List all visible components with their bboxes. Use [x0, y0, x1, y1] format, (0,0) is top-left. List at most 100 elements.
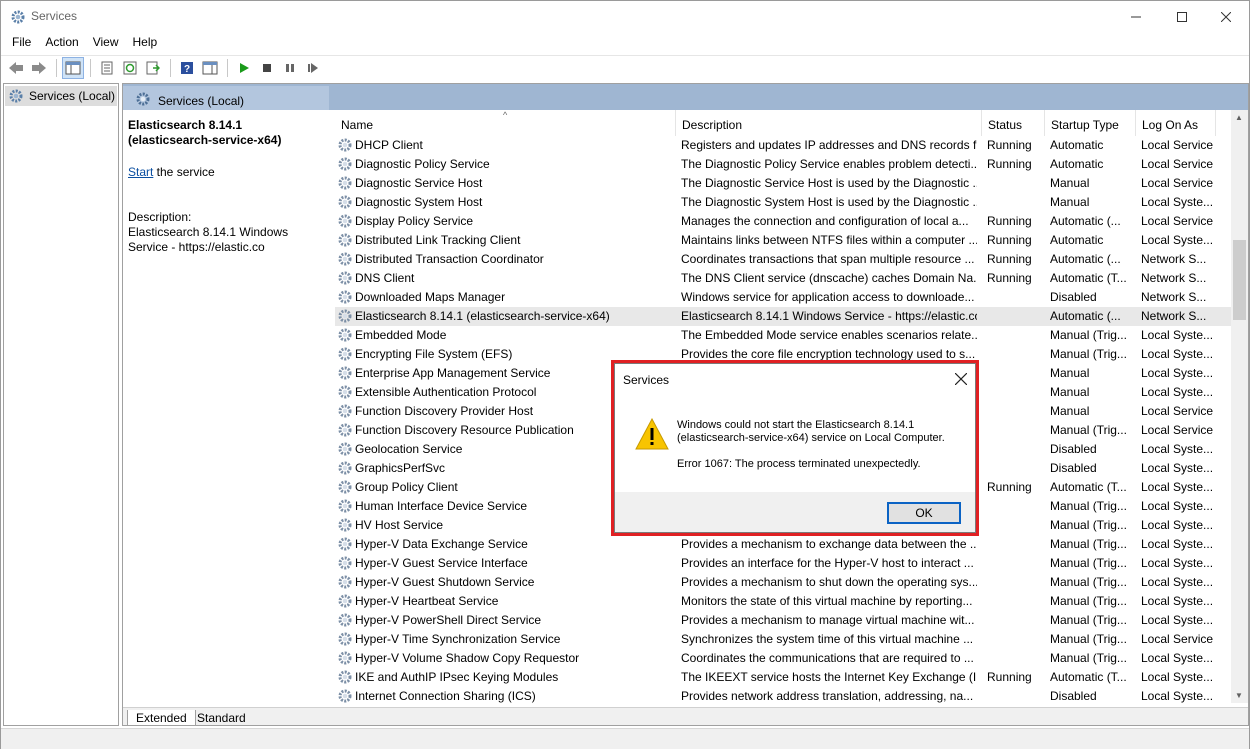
close-icon	[954, 372, 968, 386]
dialog-error-text: Error 1067: The process terminated unexp…	[677, 458, 921, 470]
column-header-log-on-as[interactable]: Log On As	[1136, 110, 1216, 136]
table-row[interactable]: Hyper-V Data Exchange Service Provides a …	[335, 535, 1231, 554]
service-startup-type: Manual (Trig...	[1050, 613, 1127, 627]
back-arrow-icon	[9, 62, 23, 74]
start-service-button[interactable]	[233, 57, 255, 79]
tab-standard[interactable]: Standard	[189, 710, 254, 725]
table-row[interactable]: Hyper-V PowerShell Direct Service Provide…	[335, 611, 1231, 630]
minimize-button[interactable]	[1113, 1, 1159, 32]
scroll-up-icon[interactable]: ▲	[1235, 113, 1243, 122]
table-row[interactable]: Display Policy Service Manages the connec…	[335, 212, 1231, 231]
service-name: Elasticsearch 8.14.1 (elasticsearch-serv…	[355, 309, 610, 323]
properties-button[interactable]	[96, 57, 118, 79]
start-service-link[interactable]: Start	[128, 165, 153, 179]
close-button[interactable]	[1203, 1, 1249, 32]
service-startup-type: Manual (Trig...	[1050, 537, 1127, 551]
tree-item-label: Services (Local)	[29, 89, 116, 103]
vertical-scrollbar[interactable]: ▲ ▼	[1231, 110, 1248, 703]
service-status: Running	[987, 252, 1032, 266]
service-log-on-as: Local Service	[1141, 632, 1214, 646]
service-name: Encrypting File System (EFS)	[355, 347, 513, 361]
service-gear-icon	[338, 632, 352, 646]
table-row[interactable]: Hyper-V Time Synchronization Service Sync…	[335, 630, 1231, 649]
scroll-down-icon[interactable]: ▼	[1235, 691, 1243, 700]
service-log-on-as: Local Syste...	[1141, 195, 1214, 209]
table-row[interactable]: Hyper-V Guest Service Interface Provides …	[335, 554, 1231, 573]
forward-arrow-icon	[32, 62, 46, 74]
column-header-startup-type[interactable]: Startup Type	[1045, 110, 1136, 136]
menu-help[interactable]: Help	[126, 32, 165, 53]
show-action-pane-button[interactable]	[199, 57, 221, 79]
service-startup-type: Disabled	[1050, 442, 1097, 456]
column-header-status[interactable]: Status	[982, 110, 1045, 136]
table-row[interactable]: Elasticsearch 8.14.1 (elasticsearch-serv…	[335, 307, 1231, 326]
service-name: Display Policy Service	[355, 214, 474, 228]
detail-start-line: Start the service	[128, 165, 328, 180]
column-header-name[interactable]: Name ^	[335, 110, 676, 136]
service-detail-panel: Elasticsearch 8.14.1 (elasticsearch-serv…	[128, 118, 328, 255]
close-icon	[1221, 11, 1231, 22]
service-gear-icon	[338, 157, 352, 171]
column-header-description[interactable]: Description	[676, 110, 982, 136]
table-row[interactable]: Diagnostic System Host The Diagnostic Sys…	[335, 193, 1231, 212]
forward-button[interactable]	[28, 57, 50, 79]
service-gear-icon	[338, 442, 352, 456]
service-startup-type: Manual	[1050, 404, 1090, 418]
refresh-button[interactable]	[119, 57, 141, 79]
table-row[interactable]: Downloaded Maps Manager Windows service f…	[335, 288, 1231, 307]
service-log-on-as: Local Service	[1141, 404, 1214, 418]
table-row[interactable]: Distributed Transaction Coordinator Coord…	[335, 250, 1231, 269]
service-startup-type: Automatic (...	[1050, 309, 1121, 323]
error-dialog: Services Windows could not start the Ela…	[614, 363, 976, 533]
service-description: Coordinates the communications that are …	[681, 651, 974, 665]
service-gear-icon	[338, 195, 352, 209]
service-name: Internet Connection Sharing (ICS)	[355, 689, 536, 703]
service-name: Downloaded Maps Manager	[355, 290, 506, 304]
service-log-on-as: Local Service	[1141, 176, 1214, 190]
table-row[interactable]: Distributed Link Tracking Client Maintain…	[335, 231, 1231, 250]
service-gear-icon	[338, 214, 352, 228]
help-button[interactable]: ?	[176, 57, 198, 79]
menu-action[interactable]: Action	[38, 32, 85, 53]
service-startup-type: Disabled	[1050, 290, 1097, 304]
menu-file[interactable]: File	[5, 32, 38, 53]
export-list-button[interactable]	[142, 57, 164, 79]
table-row[interactable]: DHCP Client Registers and updates IP addr…	[335, 136, 1231, 155]
table-row[interactable]: Internet Connection Sharing (ICS) Provide…	[335, 687, 1231, 703]
service-name: Hyper-V Data Exchange Service	[355, 537, 528, 551]
ok-button[interactable]: OK	[887, 502, 961, 524]
dialog-message: Windows could not start the Elasticsearc…	[677, 419, 967, 445]
table-row[interactable]: Embedded Mode The Embedded Mode service e…	[335, 326, 1231, 345]
svg-text:?: ?	[184, 64, 190, 75]
maximize-button[interactable]	[1159, 1, 1205, 32]
table-row[interactable]: Diagnostic Policy Service The Diagnostic …	[335, 155, 1231, 174]
table-row[interactable]: DNS Client The DNS Client service (dnscac…	[335, 269, 1231, 288]
service-description: Windows service for application access t…	[681, 290, 975, 304]
play-icon	[240, 63, 249, 73]
table-row[interactable]: Hyper-V Heartbeat Service Monitors the st…	[335, 592, 1231, 611]
tab-extended[interactable]: Extended	[127, 710, 196, 725]
services-window: Services File Action View Help ? Service…	[0, 0, 1250, 749]
pause-service-button[interactable]	[279, 57, 301, 79]
service-startup-type: Automatic (T...	[1050, 271, 1127, 285]
dialog-close-button[interactable]	[954, 368, 968, 390]
show-console-tree-button[interactable]	[62, 57, 84, 79]
table-row[interactable]: Diagnostic Service Host The Diagnostic Se…	[335, 174, 1231, 193]
dialog-footer: OK	[615, 492, 975, 532]
service-log-on-as: Local Syste...	[1141, 575, 1214, 589]
back-button[interactable]	[5, 57, 27, 79]
stop-service-button[interactable]	[256, 57, 278, 79]
tree-item-services-local[interactable]: Services (Local)	[5, 86, 117, 106]
table-row[interactable]: Hyper-V Volume Shadow Copy Requestor Coor…	[335, 649, 1231, 668]
restart-service-button[interactable]	[302, 57, 324, 79]
service-gear-icon	[338, 594, 352, 608]
service-name: DHCP Client	[355, 138, 423, 152]
menu-view[interactable]: View	[86, 32, 126, 53]
table-row[interactable]: Hyper-V Guest Shutdown Service Provides a…	[335, 573, 1231, 592]
service-log-on-as: Local Service	[1141, 214, 1214, 228]
scrollbar-thumb[interactable]	[1233, 240, 1246, 320]
table-row[interactable]: IKE and AuthIP IPsec Keying Modules The I…	[335, 668, 1231, 687]
service-name: Diagnostic Policy Service	[355, 157, 490, 171]
service-gear-icon	[338, 233, 352, 247]
service-startup-type: Manual (Trig...	[1050, 575, 1127, 589]
